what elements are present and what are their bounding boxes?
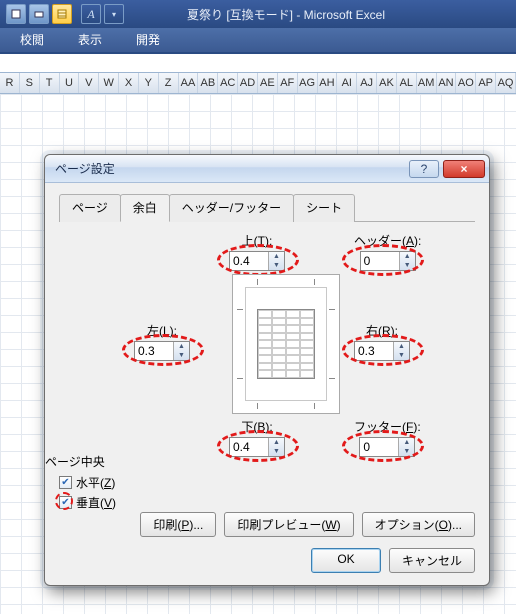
column-header[interactable]: X <box>119 73 139 93</box>
print-preview-button[interactable]: 印刷プレビュー(W) <box>224 512 353 537</box>
column-header[interactable]: V <box>79 73 99 93</box>
tab-sheet[interactable]: シート <box>293 194 355 222</box>
ok-button[interactable]: OK <box>311 548 381 573</box>
dialog-action-row: 印刷(P)... 印刷プレビュー(W) オプション(O)... <box>140 512 475 537</box>
chevron-down-icon[interactable]: ▼ <box>174 351 189 360</box>
chevron-down-icon[interactable]: ▼ <box>399 447 414 456</box>
column-header[interactable]: AJ <box>357 73 377 93</box>
tab-margins[interactable]: 余白 <box>120 194 170 222</box>
dialog-titlebar[interactable]: ページ設定 ? × <box>45 155 489 183</box>
column-header[interactable]: AI <box>337 73 357 93</box>
dialog-help-button[interactable]: ? <box>409 160 439 178</box>
qat-button-1[interactable] <box>6 4 26 24</box>
page-center-title: ページ中央 <box>45 453 116 470</box>
chevron-up-icon[interactable]: ▲ <box>400 252 415 261</box>
margin-top-label: 上(T): <box>229 232 285 249</box>
print-button[interactable]: 印刷(P)... <box>140 512 216 537</box>
page-setup-dialog: ページ設定 ? × ページ 余白 ヘッダー/フッター シート 上(T): 0.4… <box>44 154 490 586</box>
column-header[interactable]: AO <box>456 73 476 93</box>
chevron-down-icon[interactable]: ▼ <box>400 261 415 270</box>
column-header[interactable]: AC <box>218 73 238 93</box>
center-vertical-checkbox[interactable]: ✔ <box>59 496 72 509</box>
column-header[interactable]: AN <box>437 73 457 93</box>
margin-top-spinner[interactable]: 0.4 ▲▼ <box>229 251 285 271</box>
qat-dropdown[interactable]: ▾ <box>104 4 124 24</box>
margin-bottom-spinner[interactable]: 0.4 ▲▼ <box>229 437 285 457</box>
page-center-group: ページ中央 ✔ 水平(Z) ✔ 垂直(V) <box>45 453 116 514</box>
column-headers: RSTUVWXYZAAABACADAEAFAGAHAIAJAKALAMANAOA… <box>0 72 516 94</box>
margins-panel: 上(T): 0.4 ▲▼ ヘッダー(A): 0 ▲▼ 左(L): <box>59 232 475 462</box>
dialog-tabs: ページ 余白 ヘッダー/フッター シート <box>59 193 475 222</box>
column-header[interactable]: AH <box>318 73 338 93</box>
qat-button-2[interactable] <box>29 4 49 24</box>
column-header[interactable]: AG <box>298 73 318 93</box>
dialog-close-button[interactable]: × <box>443 160 485 178</box>
window-title: 夏祭り [互換モード] - Microsoft Excel <box>187 6 385 23</box>
cancel-button[interactable]: キャンセル <box>389 548 475 573</box>
column-header[interactable]: S <box>20 73 40 93</box>
center-vertical-label: 垂直(V) <box>76 494 116 511</box>
margin-header-spinner[interactable]: 0 ▲▼ <box>360 251 416 271</box>
chevron-down-icon[interactable]: ▼ <box>269 261 284 270</box>
column-header[interactable]: Y <box>139 73 159 93</box>
column-header[interactable]: T <box>40 73 60 93</box>
margin-left-label: 左(L): <box>134 322 190 339</box>
column-header[interactable]: Z <box>159 73 179 93</box>
center-horizontal-checkbox[interactable]: ✔ <box>59 476 72 489</box>
margin-footer-spinner[interactable]: 0 ▲▼ <box>359 437 415 457</box>
margin-footer-label: フッター(F): <box>354 418 421 435</box>
dialog-ok-cancel-row: OK キャンセル <box>311 548 475 573</box>
column-header[interactable]: AP <box>476 73 496 93</box>
column-header[interactable]: AL <box>397 73 417 93</box>
tab-page[interactable]: ページ <box>59 194 121 222</box>
margin-header-label: ヘッダー(A): <box>354 232 421 249</box>
options-button[interactable]: オプション(O)... <box>362 512 475 537</box>
margin-left-spinner[interactable]: 0.3 ▲▼ <box>134 341 190 361</box>
tab-header-footer[interactable]: ヘッダー/フッター <box>169 194 294 222</box>
qat-button-3[interactable] <box>52 4 72 24</box>
column-header[interactable]: AF <box>278 73 298 93</box>
margin-right-label: 右(R): <box>354 322 410 339</box>
dialog-title: ページ設定 <box>55 160 405 177</box>
ribbon-tab-view[interactable]: 表示 <box>72 27 108 52</box>
column-header[interactable]: AA <box>179 73 199 93</box>
ribbon-tabs: 校閲 表示 開発 <box>0 28 516 54</box>
quick-access-toolbar: A ▾ 夏祭り [互換モード] - Microsoft Excel <box>0 0 516 28</box>
chevron-up-icon[interactable]: ▲ <box>269 252 284 261</box>
column-header[interactable]: R <box>0 73 20 93</box>
chevron-up-icon[interactable]: ▲ <box>399 438 414 447</box>
chevron-down-icon[interactable]: ▼ <box>269 447 284 456</box>
column-header[interactable]: AQ <box>496 73 516 93</box>
margin-preview <box>232 274 340 414</box>
column-header[interactable]: AD <box>238 73 258 93</box>
margin-bottom-label: 下(B): <box>229 418 285 435</box>
column-header[interactable]: AK <box>377 73 397 93</box>
chevron-up-icon[interactable]: ▲ <box>174 342 189 351</box>
column-header[interactable]: AB <box>198 73 218 93</box>
ribbon-tab-review[interactable]: 校閲 <box>14 27 50 52</box>
chevron-down-icon[interactable]: ▼ <box>394 351 409 360</box>
column-header[interactable]: AM <box>417 73 437 93</box>
column-header[interactable]: U <box>60 73 80 93</box>
chevron-up-icon[interactable]: ▲ <box>394 342 409 351</box>
chevron-up-icon[interactable]: ▲ <box>269 438 284 447</box>
margin-right-spinner[interactable]: 0.3 ▲▼ <box>354 341 410 361</box>
center-horizontal-label: 水平(Z) <box>76 474 115 491</box>
ribbon-tab-developer[interactable]: 開発 <box>130 27 166 52</box>
column-header[interactable]: AE <box>258 73 278 93</box>
qat-button-font[interactable]: A <box>81 4 101 24</box>
column-header[interactable]: W <box>99 73 119 93</box>
